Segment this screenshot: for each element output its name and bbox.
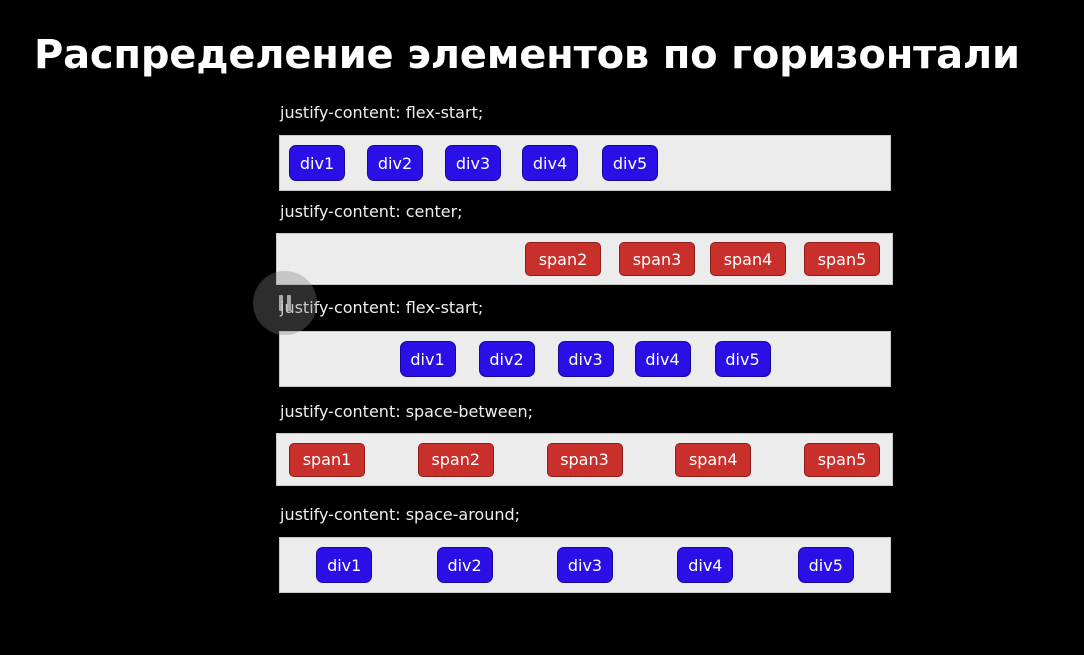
pause-bar-right: [287, 295, 291, 311]
pause-bars: [279, 295, 291, 311]
demo-box-centered: div1 div2 div3 div4 div5: [279, 331, 891, 387]
div-item: div2: [478, 341, 535, 377]
page-title: Распределение элементов по горизонтали: [34, 32, 1020, 78]
demo-label-center: justify-content: center;: [280, 202, 463, 221]
div-item: div3: [557, 341, 614, 377]
span-item: span5: [804, 242, 880, 276]
div-item: div4: [634, 341, 691, 377]
span-item: span3: [619, 242, 695, 276]
span-item: span4: [675, 442, 752, 477]
span-item: span5: [804, 442, 880, 477]
demo-label-flex-start: justify-content: flex-start;: [280, 103, 484, 122]
pause-icon[interactable]: [253, 271, 317, 335]
div-item: div2: [367, 145, 423, 181]
div-item: div5: [714, 341, 771, 377]
span-item: span2: [417, 442, 494, 477]
demo-box-flex-start: div1 div2 div3 div4 div5: [279, 135, 891, 191]
pause-bar-left: [279, 295, 283, 311]
demo-label-space-between: justify-content: space-between;: [280, 402, 533, 421]
div-item: div5: [797, 547, 854, 583]
div-item: div3: [445, 145, 501, 181]
div-item: div1: [399, 341, 456, 377]
div-item: div4: [522, 145, 578, 181]
div-item: div5: [602, 145, 658, 181]
demo-box-space-between: span1 span2 span3 span4 span5: [276, 433, 893, 486]
div-item: div3: [556, 547, 613, 583]
span-item: span1: [289, 442, 365, 477]
demo-box-center: span2 span3 span4 span5: [276, 233, 893, 285]
span-item: span2: [525, 242, 601, 276]
div-item: div1: [316, 547, 373, 583]
span-item: span4: [710, 242, 786, 276]
div-item: div1: [289, 145, 345, 181]
demo-box-space-around: div1 div2 div3 div4 div5: [279, 537, 891, 593]
div-item: div4: [677, 547, 734, 583]
div-item: div2: [436, 547, 493, 583]
span-item: span3: [546, 442, 623, 477]
demo-label-space-around: justify-content: space-around;: [280, 505, 521, 524]
